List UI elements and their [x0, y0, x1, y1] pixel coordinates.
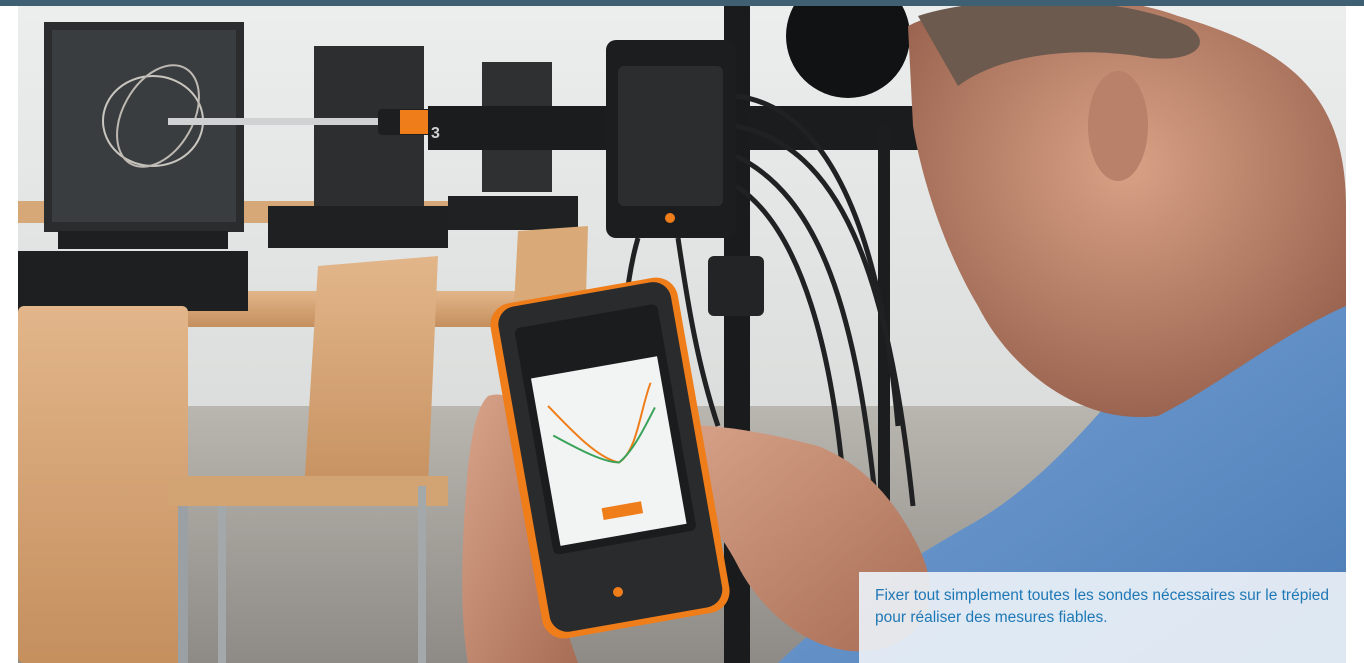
computer-box [18, 251, 248, 311]
svg-text:3: 3 [431, 125, 440, 142]
tripod-clamp [708, 256, 764, 316]
chair-front-left [18, 306, 188, 663]
caption-box: Fixer tout simplement toutes les sondes … [859, 572, 1346, 663]
caption-text: Fixer tout simplement toutes les sondes … [875, 587, 1330, 626]
monitor-left [44, 22, 244, 249]
data-logger [606, 40, 736, 238]
photo: 3 [18, 6, 1346, 663]
